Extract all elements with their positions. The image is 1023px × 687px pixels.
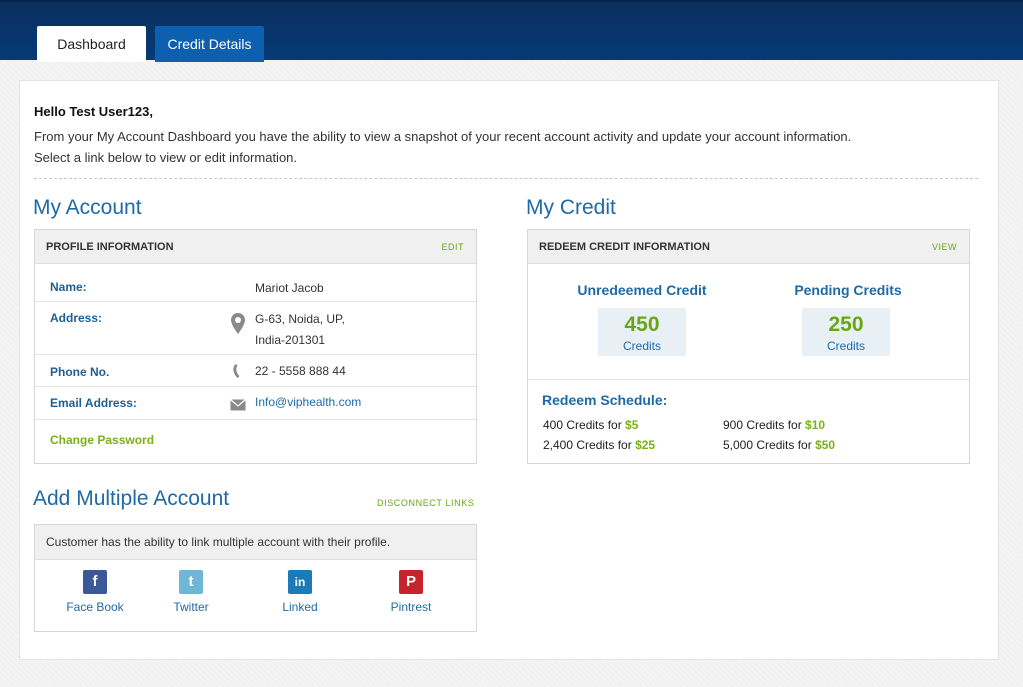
view-link[interactable]: VIEW — [932, 230, 957, 264]
twitter-link[interactable]: t Twitter — [151, 570, 231, 614]
schedule-item: 5,000 Credits for $50 — [723, 438, 835, 452]
schedule-amount: $25 — [635, 438, 656, 452]
pending-credits-column: Pending Credits 250 Credits — [778, 282, 918, 356]
unredeemed-credit-box: 450 Credits — [598, 308, 686, 356]
pending-credits-value: 250 — [828, 313, 864, 336]
address-line-2: India-201301 — [255, 333, 326, 347]
schedule-item: 400 Credits for $5 — [543, 418, 638, 432]
linkedin-label: Linked — [282, 600, 318, 614]
credit-panel-divider — [528, 379, 969, 380]
twitter-label: Twitter — [173, 600, 209, 614]
my-account-title: My Account — [33, 196, 142, 219]
pinterest-link[interactable]: P Pintrest — [371, 570, 451, 614]
phone-icon — [233, 364, 240, 378]
unredeemed-credit-title: Unredeemed Credit — [577, 282, 707, 298]
multiple-account-panel: Customer has the ability to link multipl… — [34, 524, 477, 632]
envelope-icon — [230, 399, 246, 411]
intro-line-1: From your My Account Dashboard you have … — [34, 129, 852, 144]
location-pin-icon — [231, 313, 245, 334]
profile-information-panel: PROFILE INFORMATION EDIT Name: Mariot Ja… — [34, 229, 477, 464]
edit-link[interactable]: EDIT — [441, 230, 464, 264]
schedule-amount: $10 — [805, 418, 826, 432]
schedule-credits: 5,000 Credits for — [723, 438, 812, 452]
schedule-credits: 2,400 Credits for — [543, 438, 632, 452]
address-value: G-63, Noida, UP, India-201301 — [255, 309, 345, 351]
my-credit-title: My Credit — [526, 196, 616, 219]
credit-panel-title: REDEEM CREDIT INFORMATION — [539, 241, 710, 253]
unredeemed-credit-column: Unredeemed Credit 450 Credits — [572, 282, 712, 356]
section-divider — [34, 178, 978, 179]
top-navigation-bar: Dashboard Credit Details — [0, 0, 1023, 62]
greeting-text: Hello Test User123, — [34, 104, 153, 119]
intro-text: From your My Account Dashboard you have … — [34, 126, 974, 168]
add-multiple-account-title: Add Multiple Account — [33, 487, 230, 510]
disconnect-links[interactable]: DISCONNECT LINKS — [377, 498, 474, 508]
pinterest-label: Pintrest — [390, 600, 432, 614]
dashboard-card: Hello Test User123, From your My Account… — [19, 80, 999, 660]
phone-row: Phone No. 22 - 5558 888 44 — [35, 355, 476, 387]
phone-label: Phone No. — [50, 365, 110, 379]
facebook-link[interactable]: f Face Book — [55, 570, 135, 614]
redeem-credit-panel: REDEEM CREDIT INFORMATION VIEW Unredeeme… — [527, 229, 970, 464]
schedule-item: 900 Credits for $10 — [723, 418, 825, 432]
profile-panel-header: PROFILE INFORMATION EDIT — [35, 230, 476, 264]
name-label: Name: — [50, 280, 87, 294]
address-label: Address: — [50, 311, 103, 325]
credit-panel-header: REDEEM CREDIT INFORMATION VIEW — [528, 230, 969, 264]
facebook-icon: f — [83, 570, 107, 594]
address-line-1: G-63, Noida, UP, — [255, 312, 345, 326]
change-password-link[interactable]: Change Password — [50, 433, 154, 447]
intro-line-2: Select a link below to view or edit info… — [34, 150, 298, 165]
pinterest-icon: P — [399, 570, 423, 594]
unredeemed-credit-value: 450 — [624, 313, 660, 336]
schedule-item: 2,400 Credits for $25 — [543, 438, 655, 452]
phone-value: 22 - 5558 888 44 — [255, 364, 346, 378]
linkedin-icon: in — [288, 570, 312, 594]
profile-panel-title: PROFILE INFORMATION — [46, 241, 174, 253]
schedule-amount: $50 — [815, 438, 836, 452]
linkedin-link[interactable]: in Linked — [260, 570, 340, 614]
email-label: Email Address: — [50, 396, 137, 410]
twitter-icon: t — [179, 570, 203, 594]
name-value: Mariot Jacob — [255, 281, 324, 295]
schedule-amount: $5 — [625, 418, 639, 432]
address-row: Address: G-63, Noida, UP, India-201301 — [35, 302, 476, 355]
schedule-credits: 900 Credits for — [723, 418, 802, 432]
email-row: Email Address: Info@viphealth.com — [35, 387, 476, 420]
tab-dashboard[interactable]: Dashboard — [37, 26, 146, 62]
unredeemed-credit-unit: Credits — [622, 339, 661, 353]
multiple-account-note: Customer has the ability to link multipl… — [35, 525, 476, 560]
redeem-schedule-title: Redeem Schedule: — [542, 392, 668, 408]
pending-credits-box: 250 Credits — [802, 308, 890, 356]
name-row: Name: Mariot Jacob — [35, 265, 476, 302]
schedule-credits: 400 Credits for — [543, 418, 622, 432]
email-link[interactable]: Info@viphealth.com — [255, 392, 361, 413]
tab-credit-details[interactable]: Credit Details — [155, 26, 264, 62]
pending-credits-unit: Credits — [826, 339, 865, 353]
pending-credits-title: Pending Credits — [794, 282, 902, 298]
facebook-label: Face Book — [66, 600, 124, 614]
